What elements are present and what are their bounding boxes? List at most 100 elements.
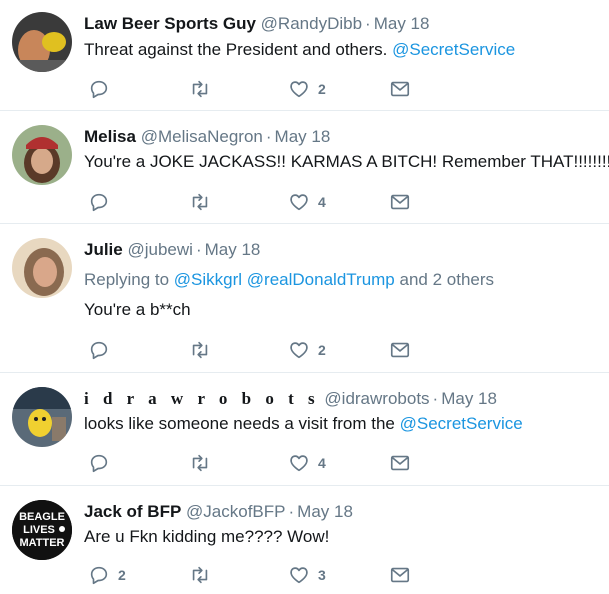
tweet[interactable]: BEAGLE LIVES MATTER Jack of BFP @JackofB… — [0, 486, 609, 594]
display-name[interactable]: Melisa — [84, 127, 136, 146]
envelope-icon — [390, 194, 410, 210]
tweet[interactable]: Melisa @MelisaNegron · May 18 You're a JOK… — [0, 111, 609, 224]
tweet-header: Law Beer Sports Guy @RandyDibb · May 18 — [84, 12, 429, 36]
user-handle[interactable]: @jubewi — [127, 240, 192, 259]
avatar-text-line: BEAGLE — [19, 511, 65, 523]
reply-count: 2 — [118, 567, 126, 583]
replying-to-label: Replying to — [84, 270, 170, 289]
reply-button[interactable]: 2 — [88, 564, 126, 586]
heart-icon — [290, 455, 308, 472]
heart-icon — [290, 81, 308, 98]
tweet[interactable]: i d r a w r o b o t s @idrawrobots · May 1… — [0, 373, 609, 486]
direct-message-button[interactable] — [389, 78, 411, 100]
retweet-icon — [192, 454, 208, 472]
envelope-icon — [390, 81, 410, 97]
timestamp[interactable]: May 18 — [374, 14, 430, 33]
separator: · — [432, 389, 439, 408]
replying-to: Replying to @Sikkgrl @realDonaldTrump an… — [84, 268, 494, 292]
reply-icon — [90, 341, 108, 360]
mention-link[interactable]: @SecretService — [392, 40, 515, 59]
reply-icon — [90, 454, 108, 473]
tweet[interactable]: Julie @jubewi · May 18 Replying to @Sikkgr… — [0, 224, 609, 373]
reply-button[interactable] — [88, 452, 118, 474]
direct-message-button[interactable] — [389, 339, 411, 361]
direct-message-button[interactable] — [389, 191, 411, 213]
envelope-icon — [390, 567, 410, 583]
retweet-button[interactable] — [189, 339, 219, 361]
replying-to-others[interactable]: and 2 others — [400, 270, 495, 289]
envelope-icon — [390, 342, 410, 358]
timestamp[interactable]: May 18 — [441, 389, 497, 408]
tweet-header: Melisa @MelisaNegron · May 18 — [84, 125, 330, 149]
tweet[interactable]: Law Beer Sports Guy @RandyDibb · May 18 Th… — [0, 0, 609, 111]
tweet-text: looks like someone needs a visit from th… — [84, 412, 523, 436]
retweet-icon — [192, 566, 208, 584]
separator: · — [265, 127, 272, 146]
avatar-text-line: MATTER — [19, 537, 64, 549]
separator: · — [365, 14, 371, 33]
tweet-actions: 4 — [88, 452, 418, 474]
display-name[interactable]: Julie — [84, 240, 123, 259]
reply-icon — [90, 566, 108, 585]
tweet-actions: 2 3 — [88, 564, 418, 586]
tweet-text: You're a JOKE JACKASS!! KARMAS A BITCH! … — [84, 152, 609, 171]
tweet-actions: 4 — [88, 191, 418, 213]
like-button[interactable]: 2 — [288, 339, 326, 361]
tweet-header: Julie @jubewi · May 18 — [84, 238, 260, 262]
like-button[interactable]: 3 — [288, 564, 326, 586]
retweet-button[interactable] — [189, 191, 219, 213]
direct-message-button[interactable] — [389, 452, 411, 474]
like-count: 4 — [318, 455, 326, 471]
mention-link[interactable]: @realDonaldTrump — [247, 270, 395, 289]
like-count: 3 — [318, 567, 326, 583]
like-button[interactable]: 4 — [288, 191, 326, 213]
retweet-button[interactable] — [189, 564, 219, 586]
retweet-button[interactable] — [189, 78, 219, 100]
avatar[interactable] — [12, 238, 72, 298]
display-name[interactable]: Law Beer Sports Guy — [84, 14, 256, 33]
direct-message-button[interactable] — [389, 564, 411, 586]
separator: · — [195, 240, 202, 259]
tweet-text: Threat against the President and others.… — [84, 38, 515, 62]
timestamp[interactable]: May 18 — [205, 240, 261, 259]
avatar[interactable] — [12, 12, 72, 72]
user-handle[interactable]: @MelisaNegron — [141, 127, 263, 146]
tweet-text-body: Threat against the President and others. — [84, 40, 388, 59]
heart-icon — [290, 567, 308, 584]
mention-link[interactable]: @Sikkgrl — [174, 270, 242, 289]
like-count: 2 — [318, 81, 326, 97]
heart-icon — [290, 342, 308, 359]
tweet-actions: 2 — [88, 78, 418, 100]
user-handle[interactable]: @idrawrobots — [324, 389, 429, 408]
reply-button[interactable] — [88, 191, 118, 213]
display-name[interactable]: Jack of BFP — [84, 502, 181, 521]
separator: · — [288, 502, 295, 521]
like-count: 4 — [318, 194, 326, 210]
avatar-text-line: LIVES — [23, 524, 55, 536]
heart-icon — [290, 194, 308, 211]
avatar[interactable] — [12, 387, 72, 447]
user-handle[interactable]: @JackofBFP — [186, 502, 285, 521]
envelope-icon — [390, 455, 410, 471]
retweet-button[interactable] — [189, 452, 219, 474]
tweet-header: i d r a w r o b o t s @idrawrobots · May 1… — [84, 387, 497, 411]
avatar[interactable]: BEAGLE LIVES MATTER — [12, 500, 72, 560]
like-button[interactable]: 4 — [288, 452, 326, 474]
user-handle[interactable]: @RandyDibb — [261, 14, 362, 33]
display-name[interactable]: i d r a w r o b o t s — [84, 389, 320, 408]
avatar[interactable] — [12, 125, 72, 185]
reply-icon — [90, 80, 108, 99]
tweet-text: Are u Fkn kidding me???? Wow! — [84, 527, 330, 546]
reply-icon — [90, 193, 108, 212]
reply-button[interactable] — [88, 78, 118, 100]
reply-button[interactable] — [88, 339, 118, 361]
like-button[interactable]: 2 — [288, 78, 326, 100]
mention-link[interactable]: @SecretService — [400, 414, 523, 433]
timestamp[interactable]: May 18 — [275, 127, 331, 146]
retweet-icon — [192, 80, 208, 98]
timestamp[interactable]: May 18 — [297, 502, 353, 521]
tweet-header: Jack of BFP @JackofBFP · May 18 — [84, 500, 353, 524]
tweet-text-body: looks like someone needs a visit from th… — [84, 414, 395, 433]
retweet-icon — [192, 341, 208, 359]
like-count: 2 — [318, 342, 326, 358]
